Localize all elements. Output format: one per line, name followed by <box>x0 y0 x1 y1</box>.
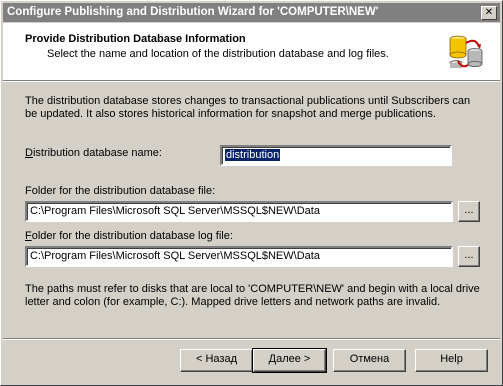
next-button[interactable]: Далее > <box>252 348 327 373</box>
title-bar: Configure Publishing and Distribution Wi… <box>3 3 500 22</box>
wizard-window: Configure Publishing and Distribution Wi… <box>0 0 503 386</box>
db-folder-browse-button[interactable]: ... <box>458 201 480 222</box>
cancel-button[interactable]: Отмена <box>333 349 406 372</box>
window-title: Configure Publishing and Distribution Wi… <box>7 6 379 18</box>
path-note: The paths must refer to disks that are l… <box>25 283 480 308</box>
log-folder-browse-button[interactable]: ... <box>458 246 480 267</box>
header-divider <box>3 81 500 82</box>
log-folder-input[interactable]: C:\Program Files\Microsoft SQL Server\MS… <box>25 246 453 267</box>
footer-divider-highlight <box>3 339 500 340</box>
db-folder-label: Folder for the distribution database fil… <box>25 185 216 197</box>
page-subtitle: Select the name and location of the dist… <box>47 48 389 60</box>
log-folder-label: Folder for the distribution database log… <box>25 230 233 242</box>
db-name-input[interactable]: distribution <box>220 145 452 166</box>
database-wizard-icon <box>449 35 483 68</box>
page-title: Provide Distribution Database Informatio… <box>25 33 246 45</box>
wizard-header: Provide Distribution Database Informatio… <box>3 23 500 81</box>
close-button[interactable]: ✕ <box>481 6 497 20</box>
intro-text: The distribution database stores changes… <box>25 95 471 120</box>
back-button[interactable]: < Назад <box>180 349 253 372</box>
db-name-label: Distribution database name: <box>25 147 162 159</box>
help-button[interactable]: Help <box>415 349 488 372</box>
db-folder-input[interactable]: C:\Program Files\Microsoft SQL Server\MS… <box>25 201 453 222</box>
